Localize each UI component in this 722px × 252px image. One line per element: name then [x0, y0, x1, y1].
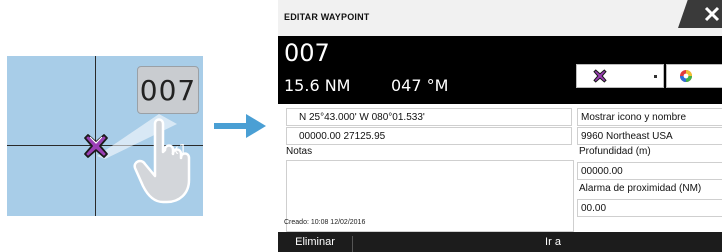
edit-waypoint-dialog: EDITAR WAYPOINT 007 15.6 NM 047 °M N 25°…: [278, 0, 722, 252]
depth-field[interactable]: 00000.00: [577, 162, 722, 180]
delete-button[interactable]: Eliminar: [278, 232, 352, 252]
dialog-titlebar: EDITAR WAYPOINT: [278, 0, 722, 37]
close-icon: [704, 6, 720, 22]
goto-button[interactable]: Ir a: [518, 232, 588, 252]
chevron-down-icon: [654, 75, 657, 78]
position-lat-lon-field[interactable]: N 25°43.000' W 080°01.533': [286, 108, 572, 126]
dialog-footer: Eliminar Ir a: [278, 232, 722, 252]
hand-pointer-icon: [133, 118, 191, 204]
created-timestamp: Creado: 10:08 12/02/2016: [284, 219, 366, 226]
chart-map-preview: 007 x1: [7, 56, 203, 216]
close-button[interactable]: [678, 0, 722, 28]
proximity-alarm-label: Alarma de proximidad (NM): [579, 183, 702, 194]
waypoint-color-select[interactable]: [666, 64, 722, 88]
waypoint-bearing: 047 °M: [391, 76, 449, 95]
proximity-alarm-field[interactable]: 00.00: [577, 199, 722, 217]
arrow-right-icon: [214, 114, 266, 138]
depth-label: Profundidad (m): [579, 146, 651, 157]
waypoint-name-field[interactable]: 007: [284, 39, 330, 67]
tap-count-label: x1: [171, 143, 187, 158]
waypoint-icon-select[interactable]: [576, 64, 664, 88]
position-xy-field[interactable]: 00000.00 27125.95: [286, 127, 572, 145]
waypoint-x-icon: [593, 69, 607, 83]
footer-divider: [352, 236, 353, 252]
color-wheel-icon: [680, 70, 692, 82]
waypoint-x-icon[interactable]: [83, 133, 109, 159]
dialog-title: EDITAR WAYPOINT: [284, 12, 370, 22]
notes-label: Notas: [286, 146, 313, 157]
display-option-select[interactable]: Mostrar icono y nombre: [577, 108, 722, 126]
waypoint-distance: 15.6 NM: [284, 76, 351, 95]
